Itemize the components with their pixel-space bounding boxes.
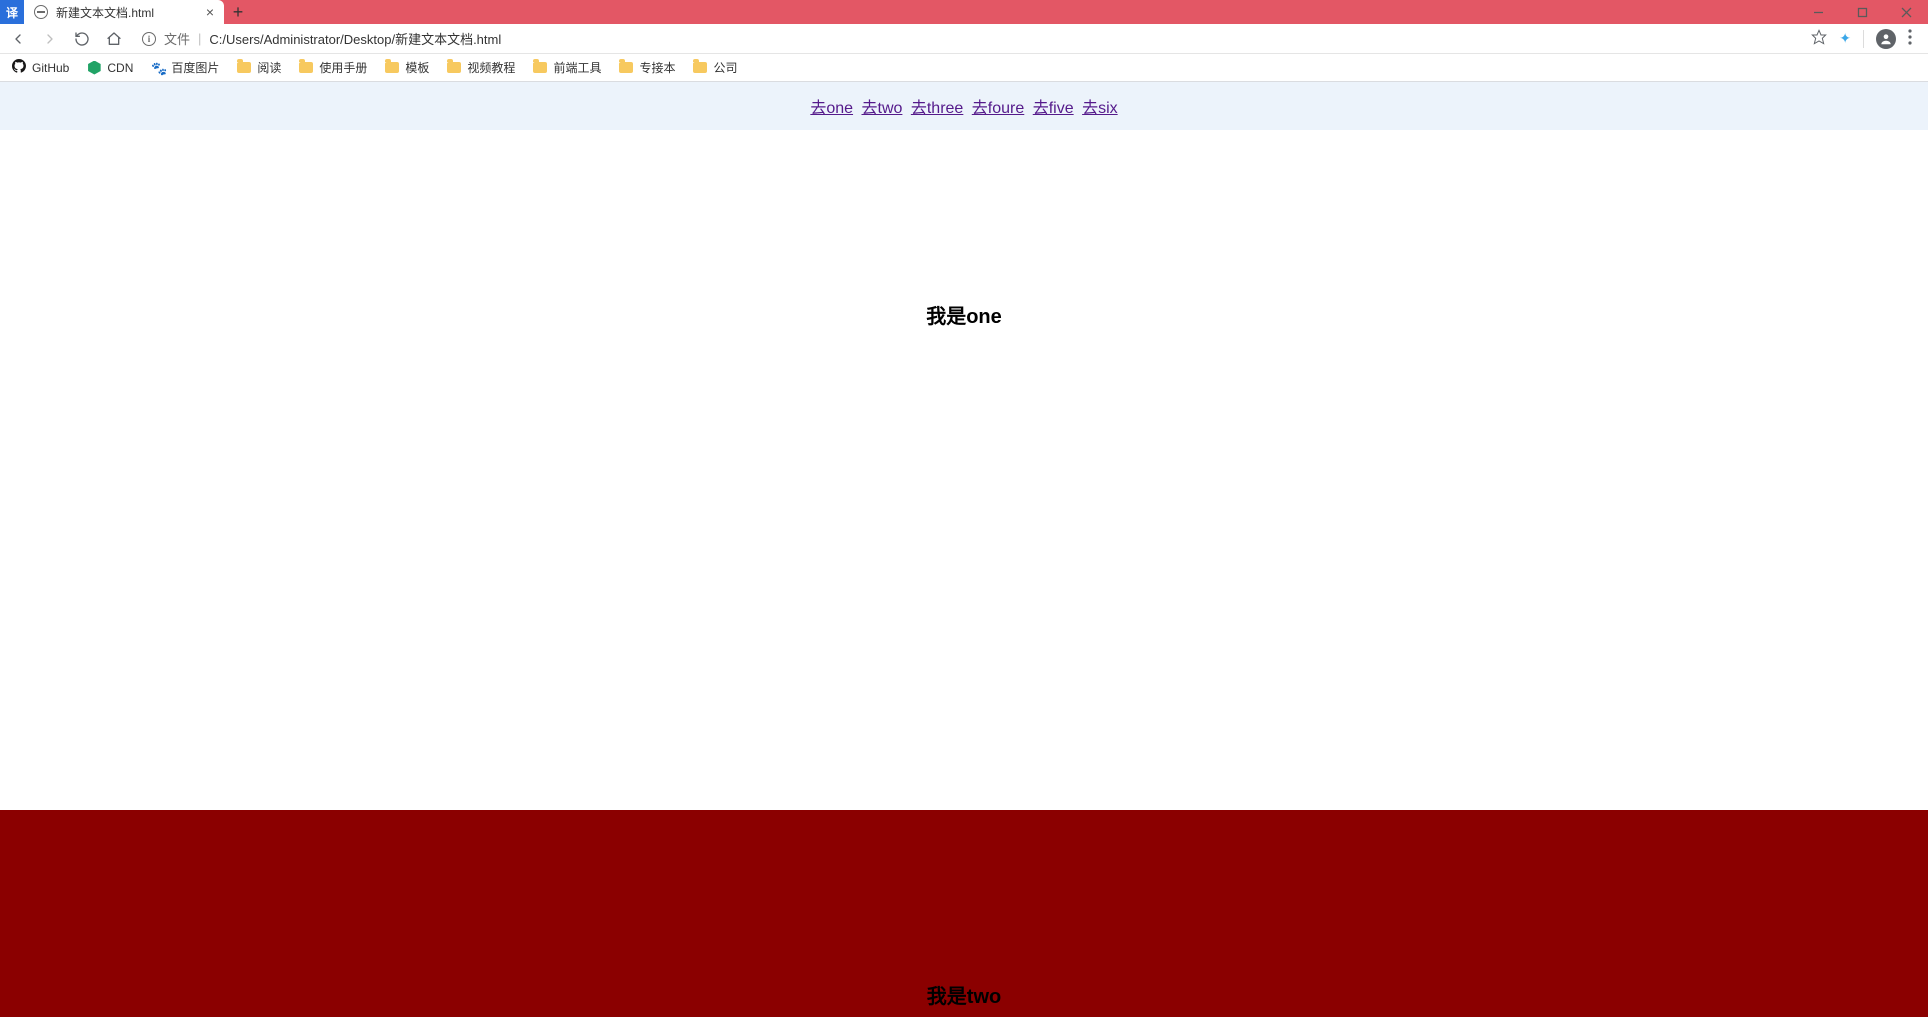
bookmark-label: 专接本 [639, 59, 675, 76]
baidu-paw-icon: 🐾 [151, 61, 165, 75]
bookmark-label: CDN [107, 61, 133, 75]
extension-thunder-icon[interactable]: ✦ [1839, 30, 1851, 47]
tab-close-button[interactable]: × [206, 5, 214, 19]
browser-tab-active[interactable]: 新建文本文档.html × [24, 0, 224, 24]
bookmark-label: 视频教程 [467, 59, 515, 76]
reload-button[interactable] [70, 27, 94, 51]
address-bar[interactable]: i 文件 | C:/Users/Administrator/Desktop/新建… [134, 27, 1793, 51]
folder-icon [533, 62, 547, 73]
bookmark-label: 百度图片 [171, 59, 219, 76]
url-separator: | [198, 31, 201, 46]
bookmark-folder-frontend-tools[interactable]: 前端工具 [533, 59, 601, 76]
page-viewport[interactable]: 去one 去two 去three 去foure 去five 去six 我是one… [0, 82, 1928, 1017]
bookmark-github[interactable]: GitHub [12, 59, 69, 76]
toolbar-right-icons: ✦ [1801, 29, 1922, 49]
home-button[interactable] [102, 27, 126, 51]
github-icon [12, 59, 26, 76]
bookmark-folder-templates[interactable]: 模板 [385, 59, 429, 76]
globe-icon [34, 5, 48, 19]
nav-link-one[interactable]: 去one [810, 100, 853, 117]
bookmark-cdn[interactable]: CDN [87, 61, 133, 75]
page-content: 去one 去two 去three 去foure 去five 去six 我是one… [0, 82, 1928, 1017]
section-one: 我是one [0, 130, 1928, 810]
page-nav-links: 去one 去two 去three 去foure 去five 去six [0, 82, 1928, 130]
url-scheme-label: 文件 [164, 29, 190, 48]
bookmark-folder-zhuanjie[interactable]: 专接本 [619, 59, 675, 76]
bookmark-folder-manual[interactable]: 使用手册 [299, 59, 367, 76]
extension-badge-label: 译 [6, 4, 18, 21]
bookmark-folder-read[interactable]: 阅读 [237, 59, 281, 76]
plus-icon: + [233, 2, 244, 23]
window-close-button[interactable] [1884, 0, 1928, 24]
site-info-icon[interactable]: i [142, 32, 156, 46]
browser-toolbar: i 文件 | C:/Users/Administrator/Desktop/新建… [0, 24, 1928, 54]
extension-icon-translate[interactable]: 译 [0, 0, 24, 24]
cdn-icon [87, 61, 101, 75]
nav-link-five[interactable]: 去five [1033, 100, 1074, 117]
new-tab-button[interactable]: + [224, 0, 252, 24]
folder-icon [693, 62, 707, 73]
section-two: 我是two [0, 810, 1928, 1017]
folder-icon [619, 62, 633, 73]
forward-button[interactable] [38, 27, 62, 51]
bookmark-folder-video-tutorials[interactable]: 视频教程 [447, 59, 515, 76]
tab-strip: 译 新建文本文档.html × + [0, 0, 252, 24]
profile-avatar-button[interactable] [1876, 29, 1896, 49]
nav-link-foure[interactable]: 去foure [972, 100, 1024, 117]
bookmark-folder-company[interactable]: 公司 [693, 59, 737, 76]
tab-title: 新建文本文档.html [56, 4, 198, 21]
folder-icon [299, 62, 313, 73]
bookmark-label: 前端工具 [553, 59, 601, 76]
bookmarks-bar: GitHub CDN 🐾 百度图片 阅读 使用手册 模板 视频教程 前端工具 专… [0, 54, 1928, 82]
bookmark-label: 阅读 [257, 59, 281, 76]
bookmark-label: 使用手册 [319, 59, 367, 76]
window-maximize-button[interactable] [1840, 0, 1884, 24]
window-controls [1796, 0, 1928, 24]
browser-menu-button[interactable] [1908, 29, 1912, 48]
bookmark-baidu-images[interactable]: 🐾 百度图片 [151, 59, 219, 76]
folder-icon [385, 62, 399, 73]
bookmark-label: 模板 [405, 59, 429, 76]
nav-link-six[interactable]: 去six [1082, 100, 1118, 117]
section-one-heading: 我是one [926, 300, 1002, 329]
bookmark-star-button[interactable] [1811, 29, 1827, 48]
folder-icon [447, 62, 461, 73]
window-minimize-button[interactable] [1796, 0, 1840, 24]
bookmark-label: 公司 [713, 59, 737, 76]
folder-icon [237, 62, 251, 73]
section-two-heading: 我是two [927, 980, 1001, 1009]
bookmark-label: GitHub [32, 61, 69, 75]
nav-link-two[interactable]: 去two [862, 100, 903, 117]
url-text: C:/Users/Administrator/Desktop/新建文本文档.ht… [209, 29, 501, 48]
toolbar-separator [1863, 30, 1864, 48]
window-titlebar: 译 新建文本文档.html × + [0, 0, 1928, 24]
nav-link-three[interactable]: 去three [911, 100, 963, 117]
back-button[interactable] [6, 27, 30, 51]
